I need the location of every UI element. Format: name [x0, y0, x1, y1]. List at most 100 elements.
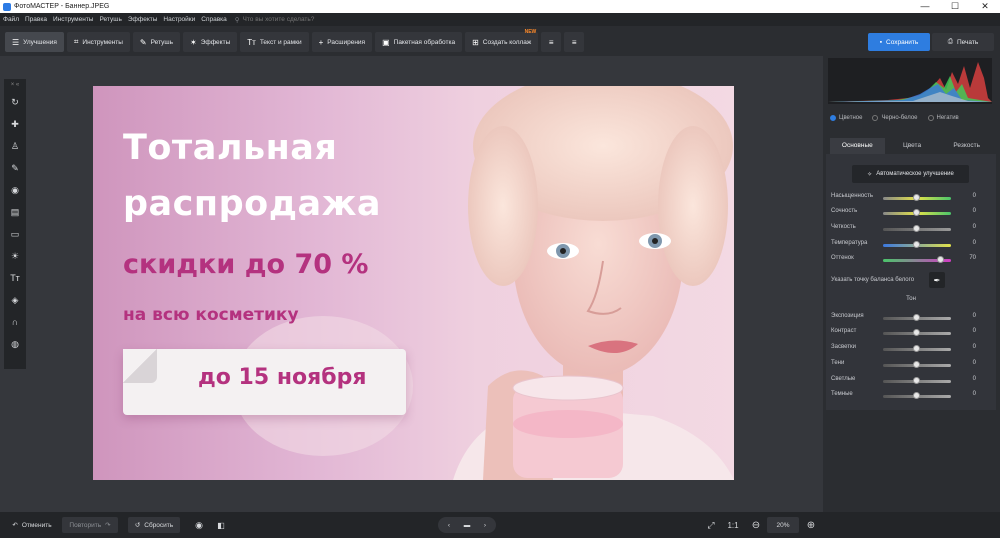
banner-date: до 15 ноября [198, 365, 367, 390]
stamp-icon[interactable]: ♙ [7, 135, 23, 157]
compare-button[interactable]: ◧ [213, 517, 229, 533]
actual-size-button[interactable]: 1:1 [725, 517, 741, 533]
tab-label: Улучшения [23, 38, 57, 46]
tone-header: Тон [906, 296, 916, 302]
tab-basic[interactable]: Основные [830, 138, 885, 154]
tools-palette: × « ↻ ✚ ♙ ✎ ◉ ▤ ▭ ☀ Tт ◈ ∩ ◍ [4, 79, 26, 369]
slider-knob[interactable] [913, 314, 920, 321]
banner-discount: скидки до 70 % [123, 249, 369, 280]
tab-extensions[interactable]: + Расширения [311, 32, 373, 52]
rotate-icon[interactable]: ↻ [7, 91, 23, 113]
create-collage-button[interactable]: ⊞ Создать коллаж NEW [465, 29, 539, 52]
tab-sharpness[interactable]: Резкость [939, 138, 995, 154]
tab-label: Расширения [327, 38, 366, 46]
globe-icon[interactable]: ◍ [7, 333, 23, 355]
printer-icon: ⎙ [947, 38, 953, 45]
menu-edit[interactable]: Правка [22, 16, 50, 23]
new-badge: NEW [524, 29, 537, 35]
compare-icon: ◧ [217, 520, 225, 530]
next-file-button[interactable]: › [478, 522, 492, 529]
menu-retouch[interactable]: Ретушь [96, 16, 124, 23]
menu-effects[interactable]: Эффекты [125, 16, 161, 23]
title-bar: ФотоМАСТЕР - Баннер.JPEG — ☐ ✕ [0, 0, 1000, 13]
search-input[interactable] [242, 16, 333, 23]
radio-dot [830, 115, 836, 121]
slider-knob[interactable] [913, 329, 920, 336]
eye-icon: ◉ [195, 519, 203, 530]
fit-screen-button[interactable]: ⤢ [703, 517, 719, 533]
redo-button[interactable]: Повторить ↷ [62, 517, 118, 533]
minus-icon: ⊖ [751, 519, 761, 531]
tab-label: Текст и рамки [259, 38, 302, 46]
light-icon[interactable]: ☀ [7, 245, 23, 267]
fit-screen-icon: ⤢ [707, 519, 715, 530]
slider-knob[interactable] [936, 256, 944, 263]
mode-color-radio[interactable]: Цветное [830, 115, 862, 121]
zoom-in-button[interactable]: ⊕ [804, 517, 818, 533]
batch-processing-button[interactable]: ▣ Пакетная обработка [375, 32, 463, 52]
histogram [828, 58, 992, 104]
window-title: ФотоМАСТЕР - Баннер.JPEG [14, 3, 110, 10]
slider-knob[interactable] [913, 361, 920, 368]
menu-tools[interactable]: Инструменты [50, 16, 97, 23]
slider-knob[interactable] [913, 241, 920, 248]
mode-bw-radio[interactable]: Черно-белое [872, 115, 918, 121]
slider-label: Засветки [831, 344, 856, 350]
gradient-filter-icon[interactable]: ▤ [7, 201, 23, 223]
slider-knob[interactable] [913, 392, 920, 399]
eyedropper-button[interactable]: ✒ [929, 272, 945, 288]
reset-button[interactable]: ↺ Сбросить [128, 517, 180, 533]
tab-enhancements[interactable]: ☰ Улучшения [5, 32, 64, 52]
slider-knob[interactable] [913, 209, 920, 216]
tab-effects[interactable]: ✶ Эффекты [182, 32, 238, 52]
text-tool-icon[interactable]: Tт [7, 267, 23, 289]
bandage-icon[interactable]: ✚ [7, 113, 23, 135]
reset-icon: ↺ [134, 522, 141, 529]
fill-icon[interactable]: ◈ [7, 289, 23, 311]
text-icon: Tт [247, 37, 256, 47]
tab-colors[interactable]: Цвета [884, 138, 940, 154]
print-button[interactable]: ⎙ Печать [932, 33, 994, 51]
brush-tool-icon[interactable]: ✎ [7, 157, 23, 179]
search-icon: ⚲ [234, 16, 240, 24]
close-button[interactable]: ✕ [970, 0, 1000, 13]
menu-help[interactable]: Справка [198, 16, 230, 23]
slider-knob[interactable] [913, 225, 920, 232]
menu-search: ⚲ [235, 16, 333, 24]
save-button[interactable]: ▪ Сохранить [868, 33, 930, 51]
queue-settings-button[interactable]: ≡ [564, 32, 585, 52]
zoom-level[interactable]: 20% [767, 517, 799, 533]
mode-negative-radio[interactable]: Негатив [927, 115, 959, 121]
prev-file-button[interactable]: ‹ [442, 522, 456, 529]
undo-button[interactable]: ↶ Отменить [6, 517, 58, 533]
tools-header[interactable]: × « [11, 79, 20, 91]
slider-value: 0 [972, 328, 976, 334]
queue-add-button[interactable]: ≡ [541, 32, 562, 52]
folder-icon[interactable]: ▬ [456, 522, 478, 529]
magnet-icon[interactable]: ∩ [7, 311, 23, 333]
banner-subtitle: на всю косметику [123, 305, 299, 325]
page-curl [123, 349, 157, 383]
auto-enhance-button[interactable]: ✧ Автоматическое улучшение [852, 165, 969, 183]
slider-knob[interactable] [913, 377, 920, 384]
tab-tools[interactable]: ⌗ Инструменты [66, 32, 130, 52]
slider-label: Температура [831, 240, 868, 246]
radial-filter-icon[interactable]: ◉ [7, 179, 23, 201]
zoom-out-button[interactable]: ⊖ [749, 517, 763, 533]
menu-file[interactable]: Файл [0, 16, 22, 23]
tab-text-frames[interactable]: Tт Текст и рамки [240, 32, 309, 52]
vignette-icon[interactable]: ▭ [7, 223, 23, 245]
radio-dot [872, 115, 879, 121]
sliders-icon: ☰ [12, 37, 20, 47]
panel-tabs: Основные Цвета Резкость [830, 138, 995, 154]
banner-image[interactable]: Тотальная распродажа скидки до 70 % на в… [93, 86, 734, 480]
slider-knob[interactable] [913, 194, 920, 201]
redo-label: Повторить [69, 521, 102, 529]
preview-eye-button[interactable]: ◉ [191, 517, 207, 533]
tab-retouch[interactable]: ✎ Ретушь [132, 32, 180, 52]
maximize-button[interactable]: ☐ [940, 0, 970, 13]
minimize-button[interactable]: — [910, 0, 940, 13]
slider-knob[interactable] [913, 345, 920, 352]
menu-settings[interactable]: Настройки [160, 16, 198, 23]
save-label: Сохранить [886, 38, 919, 46]
